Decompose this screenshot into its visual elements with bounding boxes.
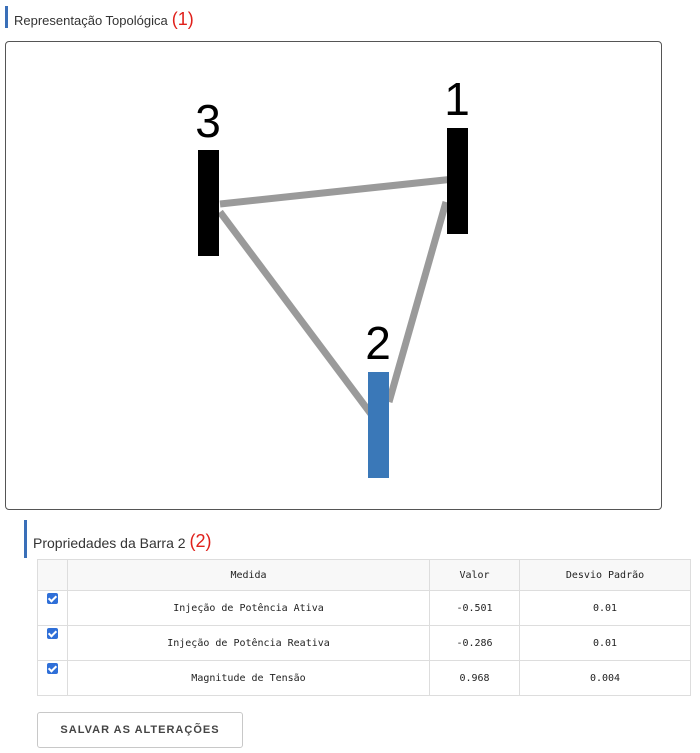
column-header-valor[interactable]: Valor <box>429 559 520 591</box>
properties-section-header: Propriedades da Barra 2 (2) <box>24 520 212 558</box>
line-3-2[interactable] <box>217 209 374 417</box>
row-checkbox[interactable] <box>47 662 58 674</box>
row-checkbox[interactable] <box>47 627 58 639</box>
table-row: Magnitude de Tensão 0.968 0.004 <box>37 660 691 696</box>
line-1-2[interactable] <box>385 201 450 403</box>
bus-1[interactable] <box>447 128 468 234</box>
measure-value[interactable]: 0.968 <box>429 660 520 696</box>
topology-section-number: (1) <box>171 9 194 29</box>
line-3-1[interactable] <box>219 175 455 208</box>
column-header-desvio[interactable]: Desvio Padrão <box>519 559 691 591</box>
row-checkbox-cell <box>37 660 68 696</box>
bus-3[interactable] <box>198 150 219 256</box>
measure-std-dev[interactable]: 0.01 <box>519 590 691 626</box>
measure-value[interactable]: -0.501 <box>429 590 520 626</box>
table-row: Injeção de Potência Reativa -0.286 0.01 <box>37 625 691 661</box>
measure-value[interactable]: -0.286 <box>429 625 520 661</box>
row-checkbox-cell <box>37 590 68 626</box>
row-checkbox-cell <box>37 625 68 661</box>
row-checkbox[interactable] <box>47 592 58 604</box>
save-button[interactable]: SALVAR AS ALTERAÇÕES <box>37 712 243 748</box>
topology-section-header: Representação Topológica (1) <box>5 6 194 28</box>
table-header-row: Medida Valor Desvio Padrão <box>37 559 691 591</box>
column-header-medida[interactable]: Medida <box>67 559 430 591</box>
table-row: Injeção de Potência Ativa -0.501 0.01 <box>37 590 691 626</box>
properties-title: Propriedades da Barra 2 <box>33 535 186 551</box>
measurements-table: Medida Valor Desvio Padrão Injeção de Po… <box>37 559 691 696</box>
measure-name: Injeção de Potência Reativa <box>67 625 430 661</box>
checkbox-column-header <box>37 559 68 591</box>
topology-canvas[interactable]: 3 1 2 <box>5 41 662 510</box>
lines <box>217 175 455 417</box>
measure-std-dev[interactable]: 0.004 <box>519 660 691 696</box>
bus-2[interactable] <box>368 372 389 478</box>
topology-diagram[interactable]: 3 1 2 <box>6 42 661 509</box>
measure-name: Magnitude de Tensão <box>67 660 430 696</box>
bus-2-label: 2 <box>365 317 391 369</box>
properties-section-number: (2) <box>189 531 212 551</box>
measure-name: Injeção de Potência Ativa <box>67 590 430 626</box>
topology-title: Representação Topológica <box>14 13 168 28</box>
bus-3-label: 3 <box>195 95 221 147</box>
measure-std-dev[interactable]: 0.01 <box>519 625 691 661</box>
bus-1-label: 1 <box>444 73 470 125</box>
